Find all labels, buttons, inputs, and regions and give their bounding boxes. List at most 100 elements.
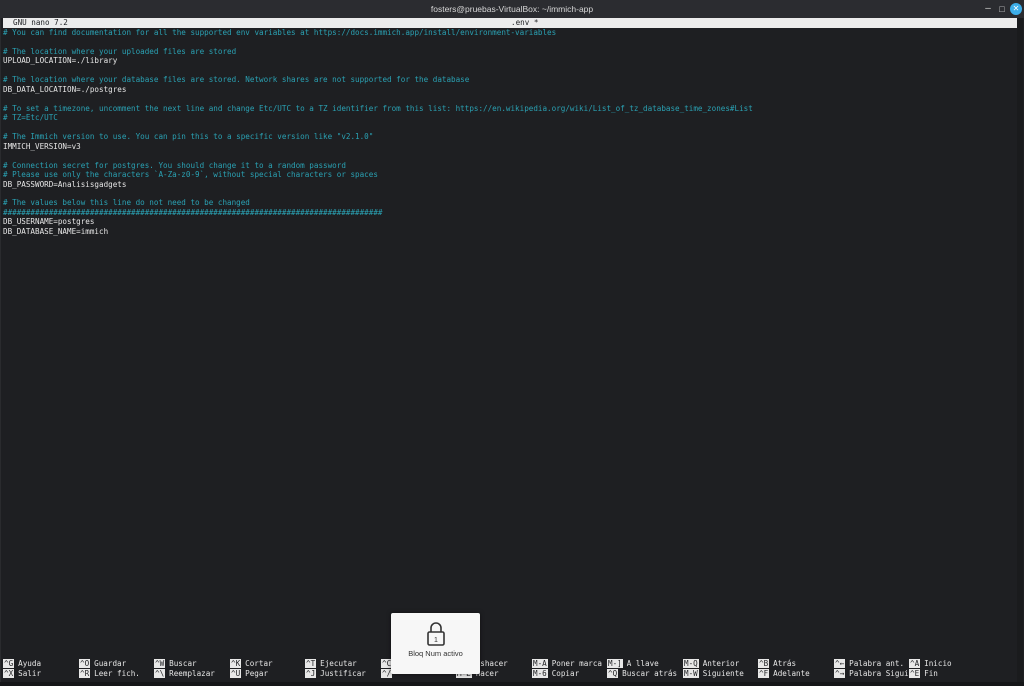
shortcut-label: Atrás bbox=[773, 659, 797, 668]
shortcut-key: ^X bbox=[3, 668, 15, 678]
shortcut-item: ^R Leer fich. bbox=[79, 668, 140, 679]
numlock-osd: 1 Bloq Num activo bbox=[391, 613, 480, 674]
editor-line[interactable]: ########################################… bbox=[3, 208, 1015, 217]
close-button[interactable]: ✕ bbox=[1010, 3, 1022, 15]
editor-line[interactable]: # The location where your database files… bbox=[3, 75, 1015, 84]
shortcut-item: ^\ Reemplazar bbox=[154, 668, 215, 679]
shortcut-key: ^J bbox=[305, 668, 317, 678]
taskbar-strip bbox=[0, 682, 1024, 686]
shortcut-key: ^F bbox=[758, 668, 770, 678]
shortcut-key: M-6 bbox=[532, 668, 548, 678]
shortcut-label: Ayuda bbox=[18, 659, 42, 668]
shortcut-key: ^K bbox=[230, 659, 242, 668]
shortcut-key: M-] bbox=[607, 659, 623, 668]
shortcut-item: M-A Poner marca bbox=[532, 659, 602, 669]
shortcut-item: ^X Salir bbox=[3, 668, 42, 679]
editor-line[interactable] bbox=[3, 189, 1015, 198]
shortcut-key: M-A bbox=[532, 659, 548, 668]
shortcut-item: ^E Fin bbox=[909, 668, 938, 679]
shortcut-key: ^R bbox=[79, 668, 91, 678]
shortcut-item: M-6 Copiar bbox=[532, 668, 580, 679]
shortcut-item: ^K Cortar bbox=[230, 659, 273, 669]
shortcut-label: Salir bbox=[18, 668, 42, 678]
editor-line[interactable]: IMMICH_VERSION=v3 bbox=[3, 142, 1015, 151]
shortcut-label: Buscar atrás bbox=[622, 668, 678, 678]
shortcut-item: ^O Guardar bbox=[79, 659, 126, 669]
shortcut-label: Fin bbox=[924, 668, 938, 678]
numlock-label: Bloq Num activo bbox=[408, 649, 463, 658]
shortcut-key: ^→ bbox=[834, 668, 846, 678]
window-title: fosters@pruebas-VirtualBox: ~/immich-app bbox=[430, 4, 594, 14]
editor-line[interactable]: # To set a timezone, uncomment the next … bbox=[3, 104, 1015, 113]
shortcut-key: ^\ bbox=[154, 668, 166, 678]
shortcut-label: Pegar bbox=[245, 668, 269, 678]
shortcut-label: Adelante bbox=[773, 668, 810, 678]
nano-version: GNU nano 7.2 bbox=[13, 18, 68, 27]
shortcut-item: ^B Atrás bbox=[758, 659, 796, 669]
shortcut-label: Justificar bbox=[320, 668, 366, 678]
shortcut-label: Poner marca bbox=[551, 659, 603, 668]
lock-icon: 1 bbox=[427, 622, 445, 646]
shortcut-label: Copiar bbox=[551, 668, 580, 678]
nano-filename: .env * bbox=[511, 18, 539, 27]
shortcut-item: M-Q Anterior bbox=[683, 659, 739, 669]
nano-header-bar: GNU nano 7.2 .env * bbox=[3, 18, 1017, 28]
editor-line[interactable]: # The values below this line do not need… bbox=[3, 198, 1015, 207]
shortcut-item: ^U Pegar bbox=[230, 668, 269, 679]
editor-line[interactable]: UPLOAD_LOCATION=./library bbox=[3, 56, 1015, 65]
shortcut-label: Siguiente bbox=[702, 668, 744, 678]
editor-line[interactable]: # Please use only the characters `A-Za-z… bbox=[3, 170, 1015, 179]
editor-buffer[interactable]: # You can find documentation for all the… bbox=[3, 28, 1015, 236]
terminal-area[interactable]: GNU nano 7.2 .env * # You can find docum… bbox=[0, 18, 1024, 686]
editor-line[interactable]: # The location where your uploaded files… bbox=[3, 47, 1015, 56]
shortcut-key: ^U bbox=[230, 668, 242, 678]
editor-line[interactable]: DB_DATA_LOCATION=./postgres bbox=[3, 85, 1015, 94]
shortcut-key: ^Q bbox=[607, 668, 619, 678]
window-titlebar: fosters@pruebas-VirtualBox: ~/immich-app… bbox=[0, 0, 1024, 18]
shortcut-key: ^E bbox=[909, 668, 921, 678]
shortcut-item: ^→ Palabra Siguie bbox=[834, 668, 914, 679]
shortcut-label: A llave bbox=[626, 659, 659, 668]
shortcut-item: ^J Justificar bbox=[305, 668, 366, 679]
shortcut-key: ^T bbox=[305, 659, 317, 668]
shortcut-item: ^T Ejecutar bbox=[305, 659, 357, 669]
editor-line[interactable] bbox=[3, 37, 1015, 46]
shortcut-label: Cortar bbox=[245, 659, 273, 668]
shortcut-label: Leer fich. bbox=[94, 668, 140, 678]
maximize-button[interactable]: □ bbox=[996, 3, 1008, 15]
editor-line[interactable] bbox=[3, 66, 1015, 75]
shortcut-key: ^W bbox=[154, 659, 166, 668]
editor-line[interactable]: # Connection secret for postgres. You sh… bbox=[3, 161, 1015, 170]
terminal-scrollbar[interactable] bbox=[1017, 18, 1023, 686]
editor-line[interactable] bbox=[3, 151, 1015, 160]
shortcut-label: Palabra ant. bbox=[849, 659, 905, 668]
shortcut-item: ^F Adelante bbox=[758, 668, 810, 679]
editor-line[interactable]: # TZ=Etc/UTC bbox=[3, 113, 1015, 122]
shortcut-label: Buscar bbox=[169, 659, 197, 668]
shortcut-item: M-] A llave bbox=[607, 659, 659, 669]
shortcut-label: Anterior bbox=[702, 659, 740, 668]
minimize-button[interactable]: – bbox=[982, 3, 994, 15]
editor-line[interactable]: DB_USERNAME=postgres bbox=[3, 217, 1015, 226]
editor-line[interactable]: # You can find documentation for all the… bbox=[3, 28, 1015, 37]
shortcut-key: M-W bbox=[683, 668, 699, 678]
shortcut-item: ^← Palabra ant. bbox=[834, 659, 904, 669]
shortcut-label: Reemplazar bbox=[169, 668, 215, 678]
shortcut-item: ^G Ayuda bbox=[3, 659, 41, 669]
shortcut-label: Palabra Siguie bbox=[849, 668, 914, 678]
lock-badge: 1 bbox=[434, 637, 438, 644]
editor-line[interactable] bbox=[3, 94, 1015, 103]
shortcut-key: ^← bbox=[834, 659, 846, 668]
editor-line[interactable]: # The Immich version to use. You can pin… bbox=[3, 132, 1015, 141]
shortcut-label: Guardar bbox=[94, 659, 127, 668]
shortcut-bar: ^G Ayuda ^X Salir ^O Guardar ^R Leer fich. ^W Bus… bbox=[3, 659, 1015, 679]
editor-line[interactable] bbox=[3, 123, 1015, 132]
shortcut-item: ^Q Buscar atrás bbox=[607, 668, 678, 679]
shortcut-key: ^A bbox=[909, 659, 921, 668]
editor-line[interactable]: DB_DATABASE_NAME=immich bbox=[3, 227, 1015, 236]
shortcut-label: Ejecutar bbox=[320, 659, 357, 668]
shortcut-key: ^O bbox=[79, 659, 91, 668]
editor-line[interactable]: DB_PASSWORD=Analisisgadgets bbox=[3, 180, 1015, 189]
shortcut-label: Inicio bbox=[924, 659, 952, 668]
shortcut-item: M-W Siguiente bbox=[683, 668, 744, 679]
